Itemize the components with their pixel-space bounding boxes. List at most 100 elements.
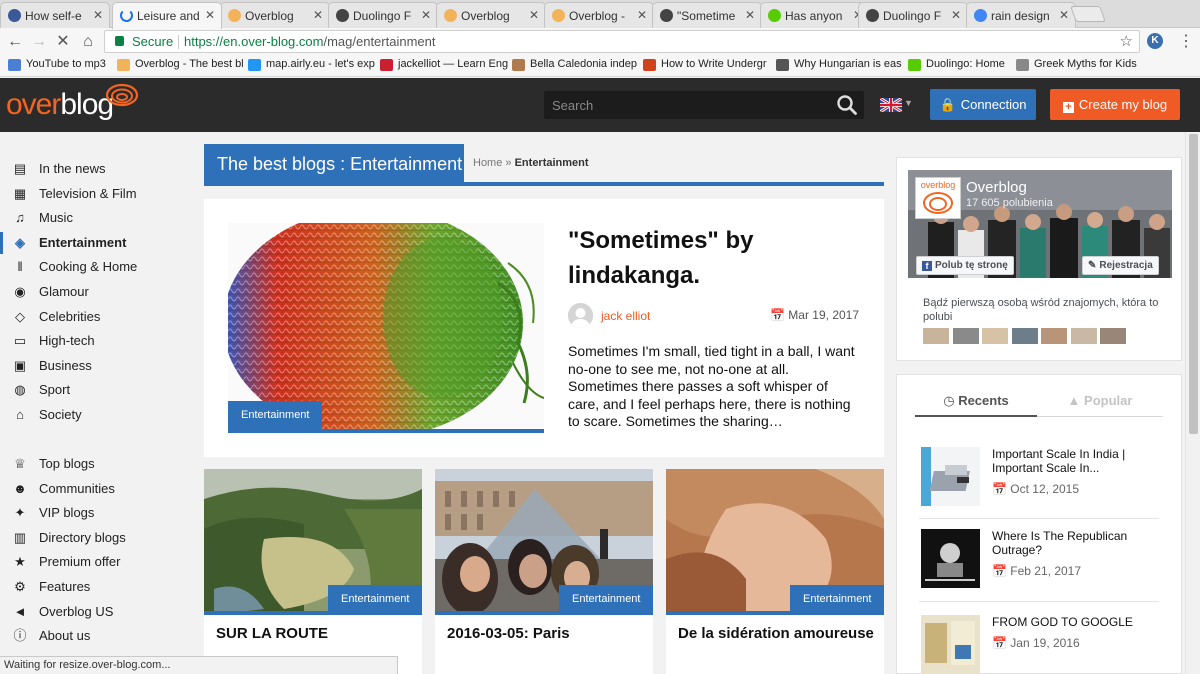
bookmark-item[interactable]: Duolingo: Home <box>908 58 1005 71</box>
friend-avatar[interactable] <box>952 328 979 344</box>
browser-tab[interactable]: Overblog ✕ <box>436 2 546 28</box>
author-avatar[interactable] <box>568 303 593 328</box>
tab-close-icon[interactable]: ✕ <box>529 8 539 22</box>
bookmark-item[interactable]: jackelliot — Learn Eng <box>380 58 508 71</box>
tab-close-icon[interactable]: ✕ <box>93 8 103 22</box>
extension-k-icon[interactable]: K <box>1147 33 1163 49</box>
recent-post-thumbnail[interactable] <box>921 529 980 588</box>
bookmark-item[interactable]: Bella Caledonia indep <box>512 58 637 71</box>
browser-tab[interactable]: Overblog - ✕ <box>544 2 654 28</box>
featured-category-badge[interactable]: Entertainment <box>228 401 323 429</box>
facebook-register-button[interactable]: ✎ Rejestracja <box>1082 256 1159 275</box>
bookmark-item[interactable]: Why Hungarian is eas <box>776 58 902 71</box>
overblog-page-logo[interactable]: overblog <box>915 177 961 219</box>
tab-recents[interactable]: ◷ Recents <box>915 393 1037 417</box>
nav-item[interactable]: ▭ High-tech <box>0 330 190 352</box>
recent-post-thumbnail[interactable] <box>921 615 980 674</box>
nav-item[interactable]: ◄ Overblog US <box>0 601 190 623</box>
card-title[interactable]: De la sidération amoureuse <box>678 623 874 645</box>
nav-item[interactable]: ▥ Directory blogs <box>0 527 190 549</box>
article-card[interactable]: Entertainment 2016-03-05: Paris <box>435 469 653 674</box>
friend-avatar[interactable] <box>1041 328 1067 344</box>
friend-avatar[interactable] <box>923 328 949 344</box>
nav-item[interactable]: ✦ VIP blogs <box>0 502 190 524</box>
nav-item[interactable]: ♫ Music <box>0 207 190 229</box>
article-card[interactable]: Entertainment De la sidération amoureuse <box>666 469 884 674</box>
tab-close-icon[interactable]: ✕ <box>745 8 755 22</box>
nav-item[interactable]: ⚙ Features <box>0 576 190 598</box>
nav-item[interactable]: ⌂ Society <box>0 404 190 426</box>
tab-close-icon[interactable]: ✕ <box>951 8 961 22</box>
nav-item[interactable]: ◈ Entertainment <box>0 231 190 254</box>
create-blog-button[interactable]: + Create my blog <box>1050 89 1180 120</box>
bookmark-star-icon[interactable]: ☆ <box>1120 31 1133 52</box>
bookmark-item[interactable]: Overblog - The best bl <box>117 58 244 71</box>
tab-close-icon[interactable]: ✕ <box>1059 8 1069 22</box>
card-category-badge[interactable]: Entertainment <box>790 585 884 613</box>
search-input[interactable] <box>544 91 834 119</box>
bookmark-item[interactable]: How to Write Undergr <box>643 58 767 71</box>
nav-item[interactable]: ◉ Glamour <box>0 281 190 303</box>
recent-post-title[interactable]: Important Scale In India | Important Sca… <box>992 447 1162 475</box>
facebook-page-name[interactable]: Overblog <box>966 179 1027 196</box>
nav-item[interactable]: ▤ In the news <box>0 158 190 180</box>
language-chevron-down-icon[interactable]: ▼ <box>904 98 913 108</box>
forward-arrow-icon[interactable]: → <box>28 31 50 53</box>
nav-item[interactable]: ◍ Sport <box>0 379 190 401</box>
nav-item[interactable]: ♕ Top blogs <box>0 453 190 475</box>
friend-avatar[interactable] <box>1070 328 1097 344</box>
friend-avatar[interactable] <box>1011 328 1038 344</box>
friend-avatar[interactable] <box>1100 328 1126 344</box>
page-scrollbar[interactable] <box>1185 132 1200 674</box>
facebook-cover-image[interactable]: overblog Overblog 17 605 polubienia f Pol… <box>908 170 1172 278</box>
card-title[interactable]: 2016-03-05: Paris <box>447 623 643 645</box>
browser-tab[interactable]: rain design ✕ <box>966 2 1076 28</box>
browser-tab[interactable]: Duolingo F ✕ <box>858 2 968 28</box>
browser-tab[interactable]: Duolingo F ✕ <box>328 2 438 28</box>
search-icon[interactable] <box>836 94 858 116</box>
bookmark-item[interactable]: map.airly.eu - let's exp <box>248 58 375 71</box>
bookmark-item[interactable]: YouTube to mp3 <box>8 58 106 71</box>
recent-post-item[interactable]: Important Scale In India | Important Sca… <box>921 447 1161 517</box>
friend-avatar[interactable] <box>982 328 1008 344</box>
featured-image[interactable]: Entertainment <box>228 223 544 433</box>
recent-post-title[interactable]: Where Is The Republican Outrage? <box>992 529 1162 557</box>
nav-item[interactable]: ⓘ About us <box>0 625 190 647</box>
card-title[interactable]: SUR LA ROUTE <box>216 623 412 645</box>
tab-close-icon[interactable]: ✕ <box>421 8 431 22</box>
nav-item[interactable]: ▦ Television & Film <box>0 183 190 205</box>
nav-item[interactable]: ☻ Communities <box>0 478 190 500</box>
back-arrow-icon[interactable]: ← <box>4 31 26 53</box>
featured-title[interactable]: "Sometimes" by lindakanga. <box>568 223 858 293</box>
connection-button[interactable]: 🔒 Connection <box>930 89 1036 120</box>
new-tab-button[interactable] <box>1070 6 1106 22</box>
recent-post-item[interactable]: Where Is The Republican Outrage? 📅 Feb 2… <box>921 529 1161 599</box>
bookmark-item[interactable]: Greek Myths for Kids <box>1016 58 1137 71</box>
recent-post-title[interactable]: FROM GOD TO GOOGLE <box>992 615 1162 629</box>
nav-item[interactable]: ◇ Celebrities <box>0 306 190 328</box>
nav-item[interactable]: ‖ Cooking & Home <box>0 256 190 278</box>
recent-post-thumbnail[interactable] <box>921 447 980 506</box>
browser-tab[interactable]: Leisure and ✕ <box>112 2 222 29</box>
tab-close-icon[interactable]: ✕ <box>637 8 647 22</box>
browser-tab[interactable]: How self-e ✕ <box>0 2 110 28</box>
author-link[interactable]: jack elliot <box>601 309 650 323</box>
breadcrumb-home-link[interactable]: Home <box>473 157 502 169</box>
card-category-badge[interactable]: Entertainment <box>559 585 653 613</box>
facebook-like-button[interactable]: f Polub tę stronę <box>916 256 1014 275</box>
uk-flag-icon[interactable] <box>880 98 902 112</box>
article-card[interactable]: Entertainment SUR LA ROUTE <box>204 469 422 674</box>
scrollbar-thumb[interactable] <box>1189 134 1198 434</box>
stop-loading-icon[interactable]: ✕ <box>52 31 74 53</box>
browser-menu-icon[interactable]: ⋮ <box>1178 31 1194 51</box>
url-text[interactable]: https://en.over-blog.com/mag/entertainme… <box>184 31 435 52</box>
browser-tab[interactable]: "Sometime ✕ <box>652 2 762 28</box>
nav-item[interactable]: ★ Premium offer <box>0 551 190 573</box>
address-bar[interactable]: Secure https://en.over-blog.com/mag/ente… <box>104 30 1140 53</box>
home-icon[interactable]: ⌂ <box>77 31 99 53</box>
recent-post-item[interactable]: FROM GOD TO GOOGLE 📅 Jan 19, 2016 <box>921 615 1161 674</box>
tab-popular[interactable]: ▲ Popular <box>1037 393 1163 417</box>
overblog-logo[interactable]: overblog <box>6 88 114 122</box>
browser-tab[interactable]: Overblog ✕ <box>220 2 330 28</box>
nav-item[interactable]: ▣ Business <box>0 355 190 377</box>
